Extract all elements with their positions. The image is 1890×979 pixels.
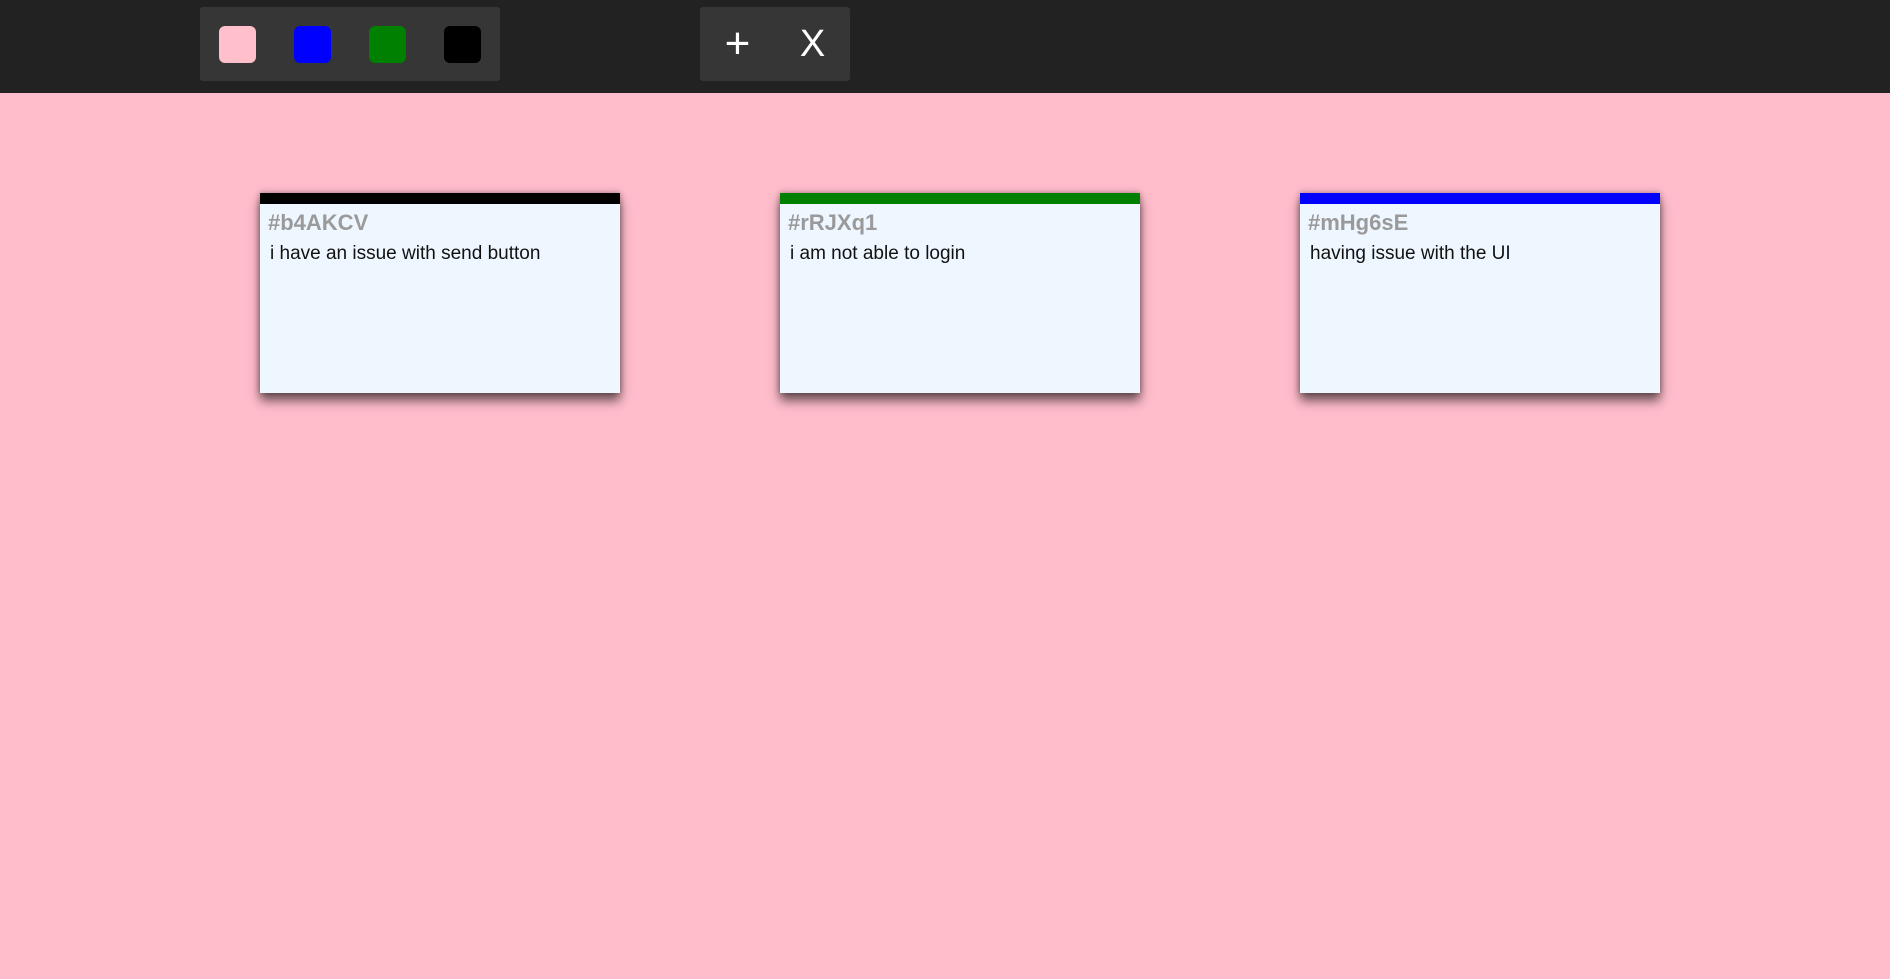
color-swatch-green[interactable]: [369, 26, 406, 63]
ticket-color-bar[interactable]: [780, 193, 1140, 204]
add-ticket-button[interactable]: +: [700, 7, 775, 81]
ticket-card[interactable]: #mHg6sE having issue with the UI: [1300, 193, 1660, 393]
ticket-color-bar[interactable]: [1300, 193, 1660, 204]
ticket-id: #rRJXq1: [788, 210, 878, 235]
ticket-id: #b4AKCV: [268, 210, 369, 235]
ticket-id: #mHg6sE: [1308, 210, 1409, 235]
color-swatch-black[interactable]: [444, 26, 481, 63]
ticket-description[interactable]: having issue with the UI: [1310, 243, 1511, 265]
ticket-actions-group: + X: [700, 7, 850, 81]
ticket-card[interactable]: #rRJXq1 i am not able to login: [780, 193, 1140, 393]
color-filter-group: [200, 7, 500, 81]
ticket-description[interactable]: i am not able to login: [790, 243, 965, 265]
color-swatch-pink[interactable]: [219, 26, 256, 63]
ticket-card[interactable]: #b4AKCV i have an issue with send button: [260, 193, 620, 393]
color-swatch-blue[interactable]: [294, 26, 331, 63]
toolbar: + X: [0, 0, 1890, 93]
ticket-color-bar[interactable]: [260, 193, 620, 204]
delete-ticket-button[interactable]: X: [775, 7, 850, 81]
ticket-description[interactable]: i have an issue with send button: [270, 243, 540, 265]
